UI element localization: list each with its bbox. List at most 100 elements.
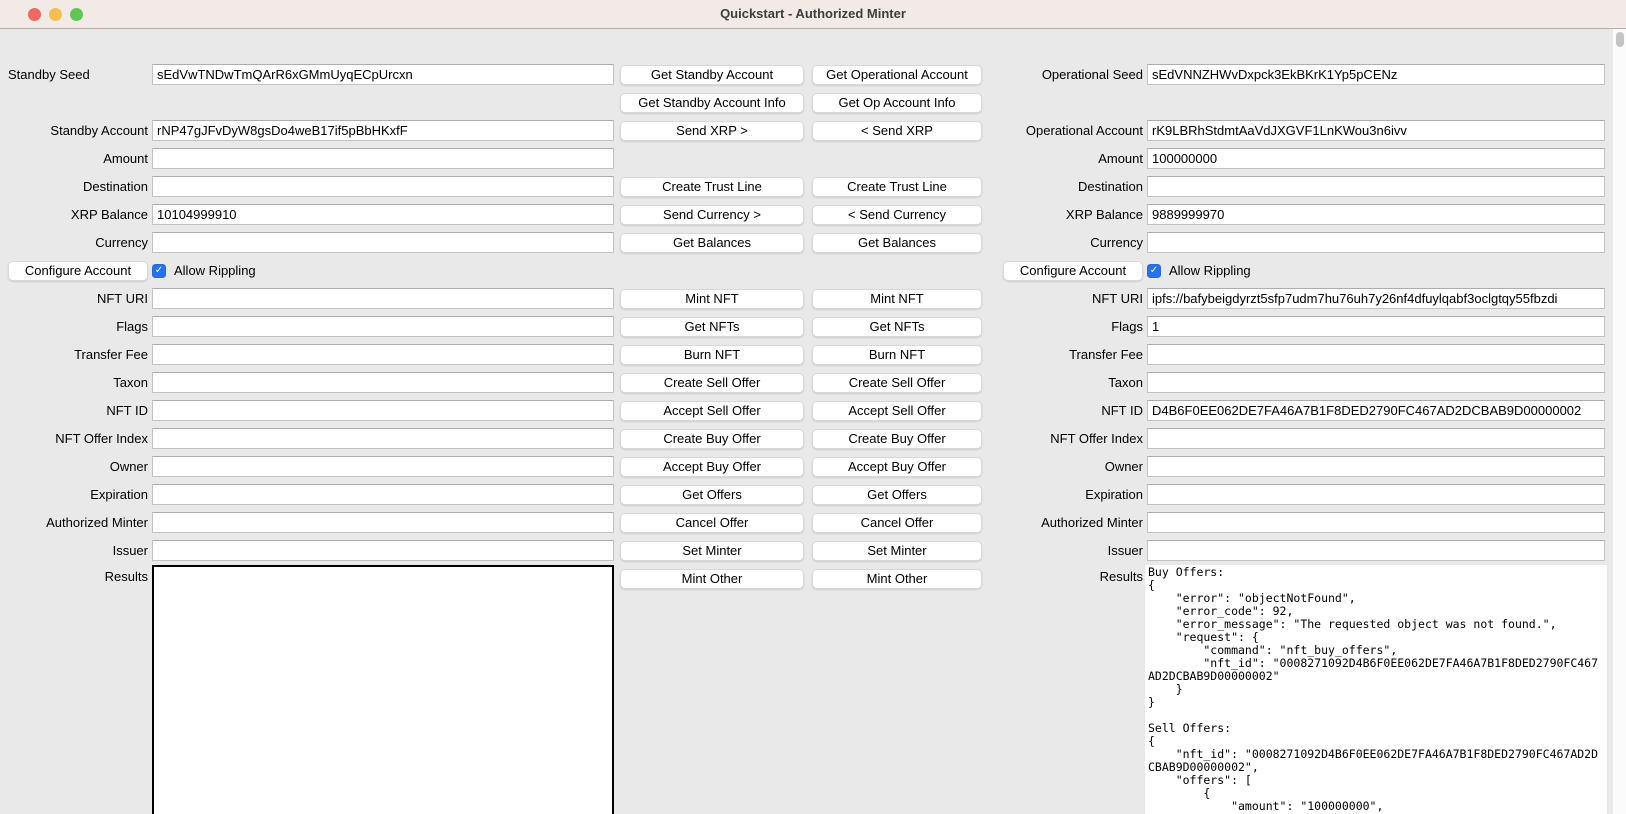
- operational-account-label: Operational Account: [990, 121, 1143, 141]
- get-nfts-button-operational[interactable]: Get NFTs: [812, 317, 982, 337]
- standby-account-field[interactable]: [152, 120, 614, 141]
- owner-label: Owner: [990, 457, 1143, 477]
- burn-nft-button-operational[interactable]: Burn NFT: [812, 345, 982, 365]
- nft-offer-index-field[interactable]: [152, 428, 614, 449]
- nft-uri-field[interactable]: [1147, 288, 1605, 309]
- transfer-fee-field[interactable]: [152, 344, 614, 365]
- scrollbar-thumb[interactable]: [1616, 32, 1624, 47]
- owner-field[interactable]: [152, 456, 614, 477]
- mint-other-button-standby[interactable]: Mint Other: [620, 569, 804, 589]
- amount-field[interactable]: [1147, 148, 1605, 169]
- vertical-scrollbar[interactable]: [1612, 29, 1626, 814]
- destination-label: Destination: [990, 177, 1143, 197]
- taxon-field[interactable]: [1147, 372, 1605, 393]
- accept-buy-offer-button-standby[interactable]: Accept Buy Offer: [620, 457, 804, 477]
- destination-field[interactable]: [1147, 176, 1605, 197]
- authorized-minter-field[interactable]: [152, 512, 614, 533]
- expiration-label: Expiration: [0, 485, 148, 505]
- operational-results-area[interactable]: Buy Offers: { "error": "objectNotFound",…: [1145, 565, 1607, 814]
- authorized-minter-field[interactable]: [1147, 512, 1605, 533]
- destination-label: Destination: [0, 177, 148, 197]
- expiration-field[interactable]: [152, 484, 614, 505]
- authorized-minter-label: Authorized Minter: [0, 513, 148, 533]
- allow-rippling-checkbox-operational[interactable]: ✓: [1147, 264, 1161, 278]
- set-minter-button-operational[interactable]: Set Minter: [812, 541, 982, 561]
- issuer-field[interactable]: [152, 540, 614, 561]
- expiration-field[interactable]: [1147, 484, 1605, 505]
- issuer-field[interactable]: [1147, 540, 1605, 561]
- currency-label: Currency: [0, 233, 148, 253]
- mint-nft-button-standby[interactable]: Mint NFT: [620, 289, 804, 309]
- checkmark-icon: ✓: [1147, 264, 1161, 278]
- amount-label: Amount: [990, 149, 1143, 169]
- create-trust-line-button-operational[interactable]: Create Trust Line: [812, 177, 982, 197]
- results-label-standby: Results: [0, 567, 148, 587]
- nft-id-label: NFT ID: [990, 401, 1143, 421]
- create-sell-offer-button-operational[interactable]: Create Sell Offer: [812, 373, 982, 393]
- nft-offer-index-field[interactable]: [1147, 428, 1605, 449]
- nft-offer-index-label: NFT Offer Index: [0, 429, 148, 449]
- expiration-label: Expiration: [990, 485, 1143, 505]
- send-xrp-button-standby[interactable]: Send XRP >: [620, 121, 804, 141]
- send-currency-button-operational[interactable]: < Send Currency: [812, 205, 982, 225]
- owner-field[interactable]: [1147, 456, 1605, 477]
- authorized-minter-label: Authorized Minter: [990, 513, 1143, 533]
- get-op-account-info-button-operational[interactable]: Get Op Account Info: [812, 93, 982, 113]
- create-sell-offer-button-standby[interactable]: Create Sell Offer: [620, 373, 804, 393]
- accept-sell-offer-button-standby[interactable]: Accept Sell Offer: [620, 401, 804, 421]
- transfer-fee-field[interactable]: [1147, 344, 1605, 365]
- configure-account-button-standby[interactable]: Configure Account: [8, 261, 148, 281]
- standby-account-label: Standby Account: [0, 121, 148, 141]
- amount-label: Amount: [0, 149, 148, 169]
- send-xrp-button-operational[interactable]: < Send XRP: [812, 121, 982, 141]
- window-title: Quickstart - Authorized Minter: [0, 0, 1626, 28]
- taxon-label: Taxon: [990, 373, 1143, 393]
- operational-seed-field[interactable]: [1147, 64, 1605, 85]
- allow-rippling-checkbox-standby[interactable]: ✓: [152, 264, 166, 278]
- cancel-offer-button-standby[interactable]: Cancel Offer: [620, 513, 804, 533]
- currency-field[interactable]: [152, 232, 614, 253]
- create-trust-line-button-standby[interactable]: Create Trust Line: [620, 177, 804, 197]
- operational-account-field[interactable]: [1147, 120, 1605, 141]
- taxon-field[interactable]: [152, 372, 614, 393]
- xrp-balance-field[interactable]: [152, 204, 614, 225]
- xrp-balance-field[interactable]: [1147, 204, 1605, 225]
- nft-uri-field[interactable]: [152, 288, 614, 309]
- checkmark-icon: ✓: [152, 264, 166, 278]
- nft-id-field[interactable]: [152, 400, 614, 421]
- allow-rippling-label-operational: Allow Rippling: [1169, 261, 1251, 281]
- set-minter-button-standby[interactable]: Set Minter: [620, 541, 804, 561]
- mint-nft-button-operational[interactable]: Mint NFT: [812, 289, 982, 309]
- nft-id-field[interactable]: [1147, 400, 1605, 421]
- get-offers-button-operational[interactable]: Get Offers: [812, 485, 982, 505]
- currency-field[interactable]: [1147, 232, 1605, 253]
- amount-field[interactable]: [152, 148, 614, 169]
- operational-seed-label: Operational Seed: [990, 65, 1143, 85]
- standby-results-area[interactable]: [152, 565, 614, 814]
- results-label-operational: Results: [990, 567, 1143, 587]
- create-buy-offer-button-operational[interactable]: Create Buy Offer: [812, 429, 982, 449]
- nft-offer-index-label: NFT Offer Index: [990, 429, 1143, 449]
- burn-nft-button-standby[interactable]: Burn NFT: [620, 345, 804, 365]
- get-balances-button-standby[interactable]: Get Balances: [620, 233, 804, 253]
- standby-seed-field[interactable]: [152, 64, 614, 85]
- cancel-offer-button-operational[interactable]: Cancel Offer: [812, 513, 982, 533]
- accept-buy-offer-button-operational[interactable]: Accept Buy Offer: [812, 457, 982, 477]
- accept-sell-offer-button-operational[interactable]: Accept Sell Offer: [812, 401, 982, 421]
- flags-field[interactable]: [1147, 316, 1605, 337]
- standby-seed-label: Standby Seed: [0, 65, 156, 85]
- configure-account-button-operational[interactable]: Configure Account: [1003, 261, 1143, 281]
- get-nfts-button-standby[interactable]: Get NFTs: [620, 317, 804, 337]
- get-operational-account-button-operational[interactable]: Get Operational Account: [812, 65, 982, 85]
- mint-other-button-operational[interactable]: Mint Other: [812, 569, 982, 589]
- flags-field[interactable]: [152, 316, 614, 337]
- get-balances-button-operational[interactable]: Get Balances: [812, 233, 982, 253]
- send-currency-button-standby[interactable]: Send Currency >: [620, 205, 804, 225]
- flags-label: Flags: [0, 317, 148, 337]
- owner-label: Owner: [0, 457, 148, 477]
- get-offers-button-standby[interactable]: Get Offers: [620, 485, 804, 505]
- get-standby-account-button-standby[interactable]: Get Standby Account: [620, 65, 804, 85]
- create-buy-offer-button-standby[interactable]: Create Buy Offer: [620, 429, 804, 449]
- destination-field[interactable]: [152, 176, 614, 197]
- get-standby-account-info-button-standby[interactable]: Get Standby Account Info: [620, 93, 804, 113]
